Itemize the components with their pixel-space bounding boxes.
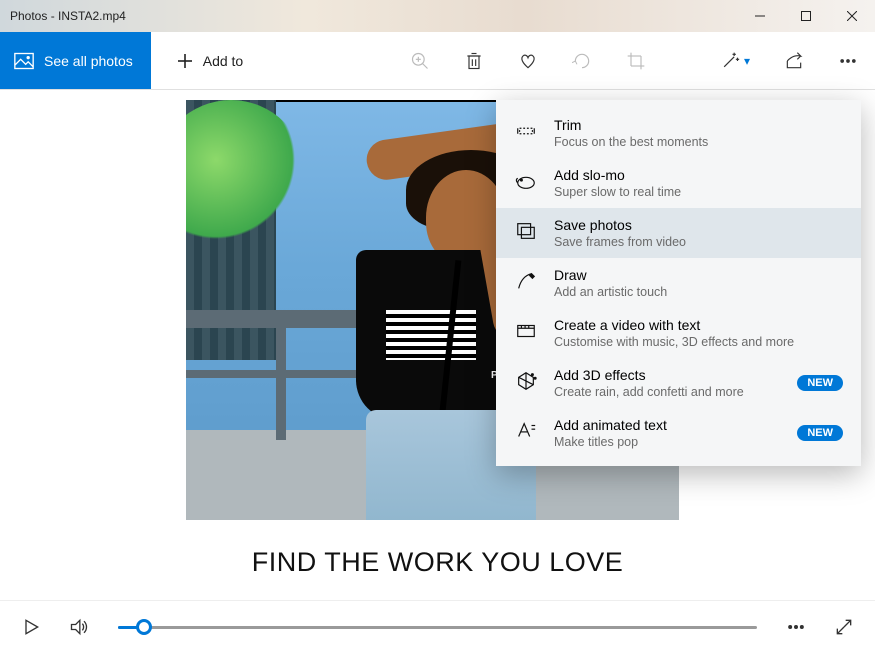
edit-create-button[interactable]: ▾ bbox=[703, 32, 767, 89]
animtext-icon bbox=[514, 419, 538, 443]
menu-item-title: Trim bbox=[554, 117, 708, 133]
see-all-label: See all photos bbox=[44, 53, 133, 69]
menu-item-animated-text[interactable]: Add animated text Make titles pop NEW bbox=[496, 408, 861, 458]
playback-bar bbox=[0, 600, 875, 652]
menu-item-draw[interactable]: Draw Add an artistic touch bbox=[496, 258, 861, 308]
magic-wand-icon bbox=[720, 51, 740, 71]
menu-item-title: Add slo-mo bbox=[554, 167, 681, 183]
menu-item-subtitle: Make titles pop bbox=[554, 435, 667, 449]
draw-icon bbox=[514, 269, 538, 293]
speaker-icon bbox=[69, 617, 89, 637]
zoom-button[interactable] bbox=[393, 32, 447, 89]
share-button[interactable] bbox=[767, 32, 821, 89]
slomo-icon bbox=[514, 169, 538, 193]
menu-item-slomo[interactable]: Add slo-mo Super slow to real time bbox=[496, 158, 861, 208]
menu-item-subtitle: Customise with music, 3D effects and mor… bbox=[554, 335, 794, 349]
photos-icon bbox=[14, 52, 34, 70]
more-button[interactable] bbox=[821, 32, 875, 89]
menu-item-subtitle: Create rain, add confetti and more bbox=[554, 385, 744, 399]
edit-dropdown-menu: Trim Focus on the best moments Add slo-m… bbox=[496, 100, 861, 466]
createvideo-icon bbox=[514, 319, 538, 343]
favorite-button[interactable] bbox=[501, 32, 555, 89]
crop-button[interactable] bbox=[609, 32, 663, 89]
menu-item-subtitle: Super slow to real time bbox=[554, 185, 681, 199]
zoom-icon bbox=[410, 51, 430, 71]
add-to-label: Add to bbox=[203, 53, 243, 69]
trash-icon bbox=[464, 51, 484, 71]
menu-item-title: Draw bbox=[554, 267, 667, 283]
saveframes-icon bbox=[514, 219, 538, 243]
plus-icon bbox=[177, 53, 193, 69]
ellipsis-icon bbox=[786, 617, 806, 637]
play-icon bbox=[21, 617, 41, 637]
crop-icon bbox=[626, 51, 646, 71]
toolbar: See all photos Add to ▾ bbox=[0, 32, 875, 90]
fullscreen-button[interactable] bbox=[827, 610, 861, 644]
playback-more-button[interactable] bbox=[779, 610, 813, 644]
volume-button[interactable] bbox=[62, 610, 96, 644]
new-badge: NEW bbox=[797, 425, 843, 441]
menu-item-subtitle: Save frames from video bbox=[554, 235, 686, 249]
add-to-button[interactable]: Add to bbox=[157, 32, 263, 89]
menu-item-title: Add animated text bbox=[554, 417, 667, 433]
titlebar: Photos - INSTA2.mp4 bbox=[0, 0, 875, 32]
chevron-down-icon: ▾ bbox=[744, 54, 750, 68]
menu-item-title: Create a video with text bbox=[554, 317, 794, 333]
share-icon bbox=[784, 51, 804, 71]
heart-icon bbox=[518, 51, 538, 71]
minimize-button[interactable] bbox=[737, 0, 783, 32]
rotate-button[interactable] bbox=[555, 32, 609, 89]
3deffects-icon bbox=[514, 369, 538, 393]
seek-slider[interactable] bbox=[118, 617, 757, 637]
ellipsis-icon bbox=[838, 51, 858, 71]
menu-item-title: Save photos bbox=[554, 217, 686, 233]
see-all-photos-button[interactable]: See all photos bbox=[0, 32, 151, 89]
menu-item-title: Add 3D effects bbox=[554, 367, 744, 383]
menu-item-subtitle: Add an artistic touch bbox=[554, 285, 667, 299]
menu-item-create-video[interactable]: Create a video with text Customise with … bbox=[496, 308, 861, 358]
close-button[interactable] bbox=[829, 0, 875, 32]
play-button[interactable] bbox=[14, 610, 48, 644]
menu-item-subtitle: Focus on the best moments bbox=[554, 135, 708, 149]
main-viewport: Polaroid FIND THE WORK YOU LOVE Trim Foc… bbox=[0, 90, 875, 600]
rotate-icon bbox=[572, 51, 592, 71]
window-title: Photos - INSTA2.mp4 bbox=[0, 9, 737, 23]
delete-button[interactable] bbox=[447, 32, 501, 89]
menu-item-trim[interactable]: Trim Focus on the best moments bbox=[496, 108, 861, 158]
video-caption: FIND THE WORK YOU LOVE bbox=[0, 547, 875, 578]
seek-thumb[interactable] bbox=[136, 619, 152, 635]
trim-icon bbox=[514, 119, 538, 143]
menu-item-save-photos[interactable]: Save photos Save frames from video bbox=[496, 208, 861, 258]
menu-item-3d-effects[interactable]: Add 3D effects Create rain, add confetti… bbox=[496, 358, 861, 408]
fullscreen-icon bbox=[834, 617, 854, 637]
maximize-button[interactable] bbox=[783, 0, 829, 32]
new-badge: NEW bbox=[797, 375, 843, 391]
